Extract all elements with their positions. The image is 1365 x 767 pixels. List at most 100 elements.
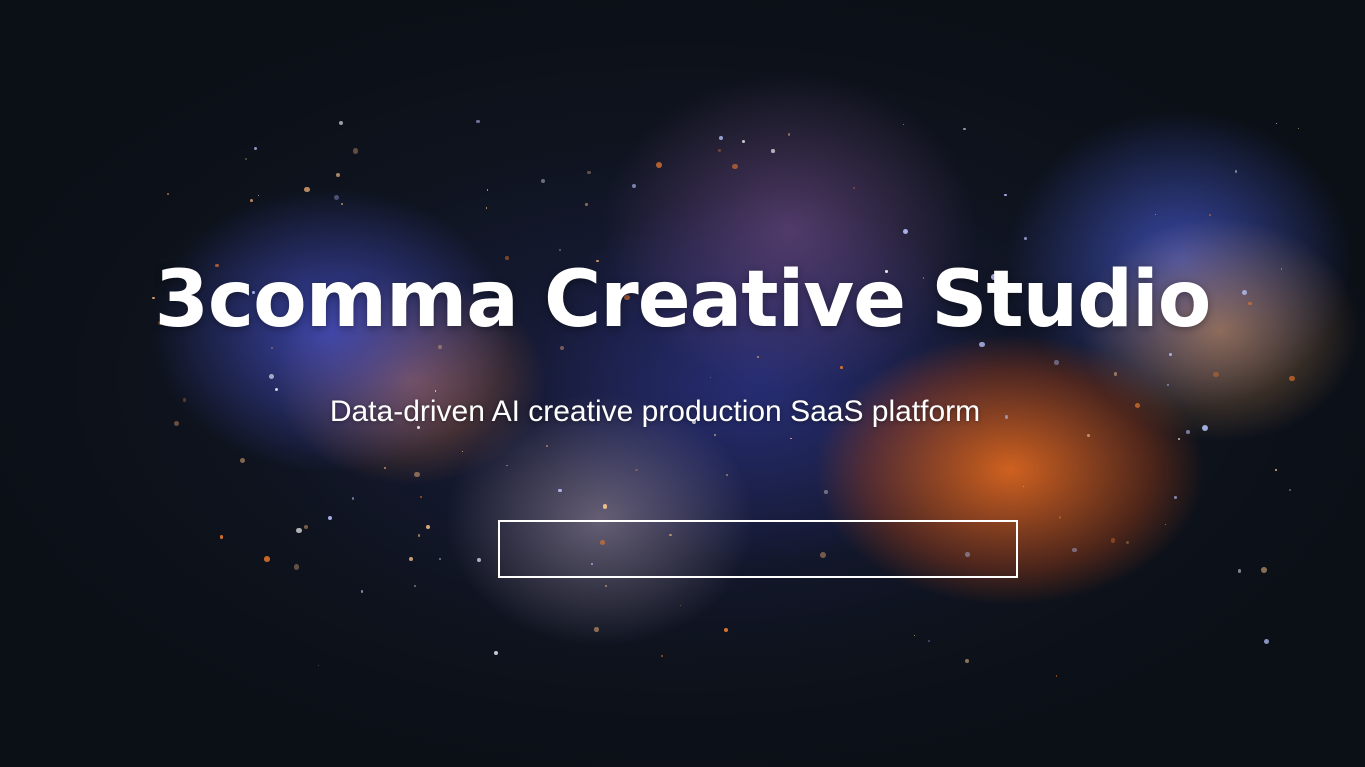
nebula-particle: [268, 373, 274, 379]
nebula-particle: [840, 366, 844, 370]
nebula-particle: [293, 564, 300, 570]
nebula-particle: [1208, 213, 1211, 216]
nebula-particle: [1289, 488, 1291, 491]
nebula-particle: [485, 207, 488, 210]
nebula-particle: [587, 170, 591, 175]
nebula-particle: [679, 604, 682, 607]
nebula-particle: [1024, 236, 1028, 240]
cta-button[interactable]: [498, 520, 1018, 578]
nebula-particle: [1055, 675, 1058, 677]
hero-section: 3comma Creative Studio Data-driven AI cr…: [0, 0, 1365, 767]
nebula-particle: [1178, 438, 1180, 440]
page-title: 3comma Creative Studio: [154, 255, 1212, 345]
nebula-particle: [304, 186, 310, 193]
nebula-particle: [296, 527, 302, 534]
nebula-particle: [414, 585, 417, 587]
nebula-particle: [732, 163, 738, 170]
nebula-particle: [557, 488, 562, 493]
nebula-particle: [1237, 569, 1241, 573]
nebula-particle: [506, 464, 508, 466]
nebula-particle: [245, 158, 248, 161]
nebula-particle: [417, 534, 421, 537]
nebula-particle: [360, 590, 364, 593]
nebula-particle: [1260, 567, 1267, 573]
nebula-particle: [258, 194, 260, 196]
nebula-particle: [726, 474, 729, 476]
nebula-particle: [741, 139, 745, 143]
nebula-particle: [1166, 383, 1169, 386]
nebula-particle: [757, 356, 759, 358]
nebula-particle: [250, 199, 254, 203]
nebula-particle: [963, 127, 966, 130]
nebula-particle: [1234, 170, 1238, 173]
nebula-particle: [1125, 540, 1130, 545]
nebula-particle: [852, 186, 855, 189]
nebula-particle: [240, 457, 246, 463]
nebula-particle: [263, 556, 270, 562]
nebula-particle: [1071, 547, 1077, 553]
nebula-particle: [1054, 360, 1059, 365]
nebula-particle: [1164, 524, 1167, 526]
nebula-particle: [493, 651, 498, 656]
nebula-particle: [304, 525, 309, 530]
nebula-particle: [602, 504, 608, 509]
nebula-particle: [1275, 468, 1278, 471]
nebula-particle: [789, 437, 792, 440]
nebula-particle: [1298, 127, 1300, 130]
nebula-particle: [253, 146, 257, 150]
nebula-particle: [928, 640, 931, 643]
nebula-particle: [477, 557, 482, 562]
nebula-particle: [420, 496, 423, 499]
nebula-particle: [718, 136, 723, 141]
nebula-particle: [723, 627, 729, 632]
nebula-particle: [352, 148, 359, 154]
nebula-particle: [341, 203, 344, 205]
nebula-particle: [631, 184, 636, 189]
nebula-particle: [710, 376, 712, 378]
nebula-particle: [1174, 496, 1178, 500]
nebula-particle: [1087, 434, 1090, 437]
nebula-particle: [771, 149, 775, 153]
nebula-particle: [635, 468, 638, 471]
nebula-particle: [461, 450, 463, 452]
nebula-particle: [594, 627, 599, 632]
nebula-particle: [219, 535, 223, 539]
nebula-particle: [426, 524, 431, 529]
nebula-particle: [718, 149, 721, 152]
nebula-particle: [787, 133, 791, 137]
nebula-particle: [327, 515, 333, 521]
nebula-particle: [1110, 538, 1115, 543]
nebula-particle: [275, 387, 279, 391]
nebula-particle: [1058, 516, 1062, 519]
nebula-particle: [965, 658, 970, 663]
nebula-particle: [408, 556, 414, 562]
nebula-particle: [335, 173, 340, 177]
nebula-particle: [339, 120, 344, 125]
nebula-particle: [1213, 371, 1219, 378]
nebula-particle: [1263, 639, 1269, 645]
nebula-particle: [351, 497, 355, 500]
nebula-particle: [902, 124, 904, 126]
nebula-particle: [903, 228, 909, 234]
nebula-particle: [913, 634, 916, 637]
nebula-particle: [604, 584, 607, 587]
nebula-particle: [1022, 485, 1025, 488]
nebula-particle: [824, 490, 828, 494]
nebula-particle: [1275, 122, 1278, 125]
nebula-particle: [1004, 193, 1007, 197]
nebula-particle: [584, 203, 588, 207]
nebula-particle: [656, 162, 663, 169]
nebula-particle: [334, 194, 340, 200]
nebula-particle: [713, 434, 716, 436]
nebula-particle: [545, 444, 549, 448]
nebula-particle: [439, 557, 442, 560]
nebula-particle: [660, 655, 663, 658]
nebula-particle: [1289, 375, 1295, 381]
nebula-particle: [1168, 352, 1173, 357]
nebula-particle: [540, 178, 546, 184]
nebula-particle: [1155, 213, 1157, 215]
nebula-particle: [486, 189, 489, 191]
nebula-particle: [166, 192, 170, 196]
nebula-particle: [414, 471, 420, 478]
nebula-particle: [1114, 372, 1118, 376]
